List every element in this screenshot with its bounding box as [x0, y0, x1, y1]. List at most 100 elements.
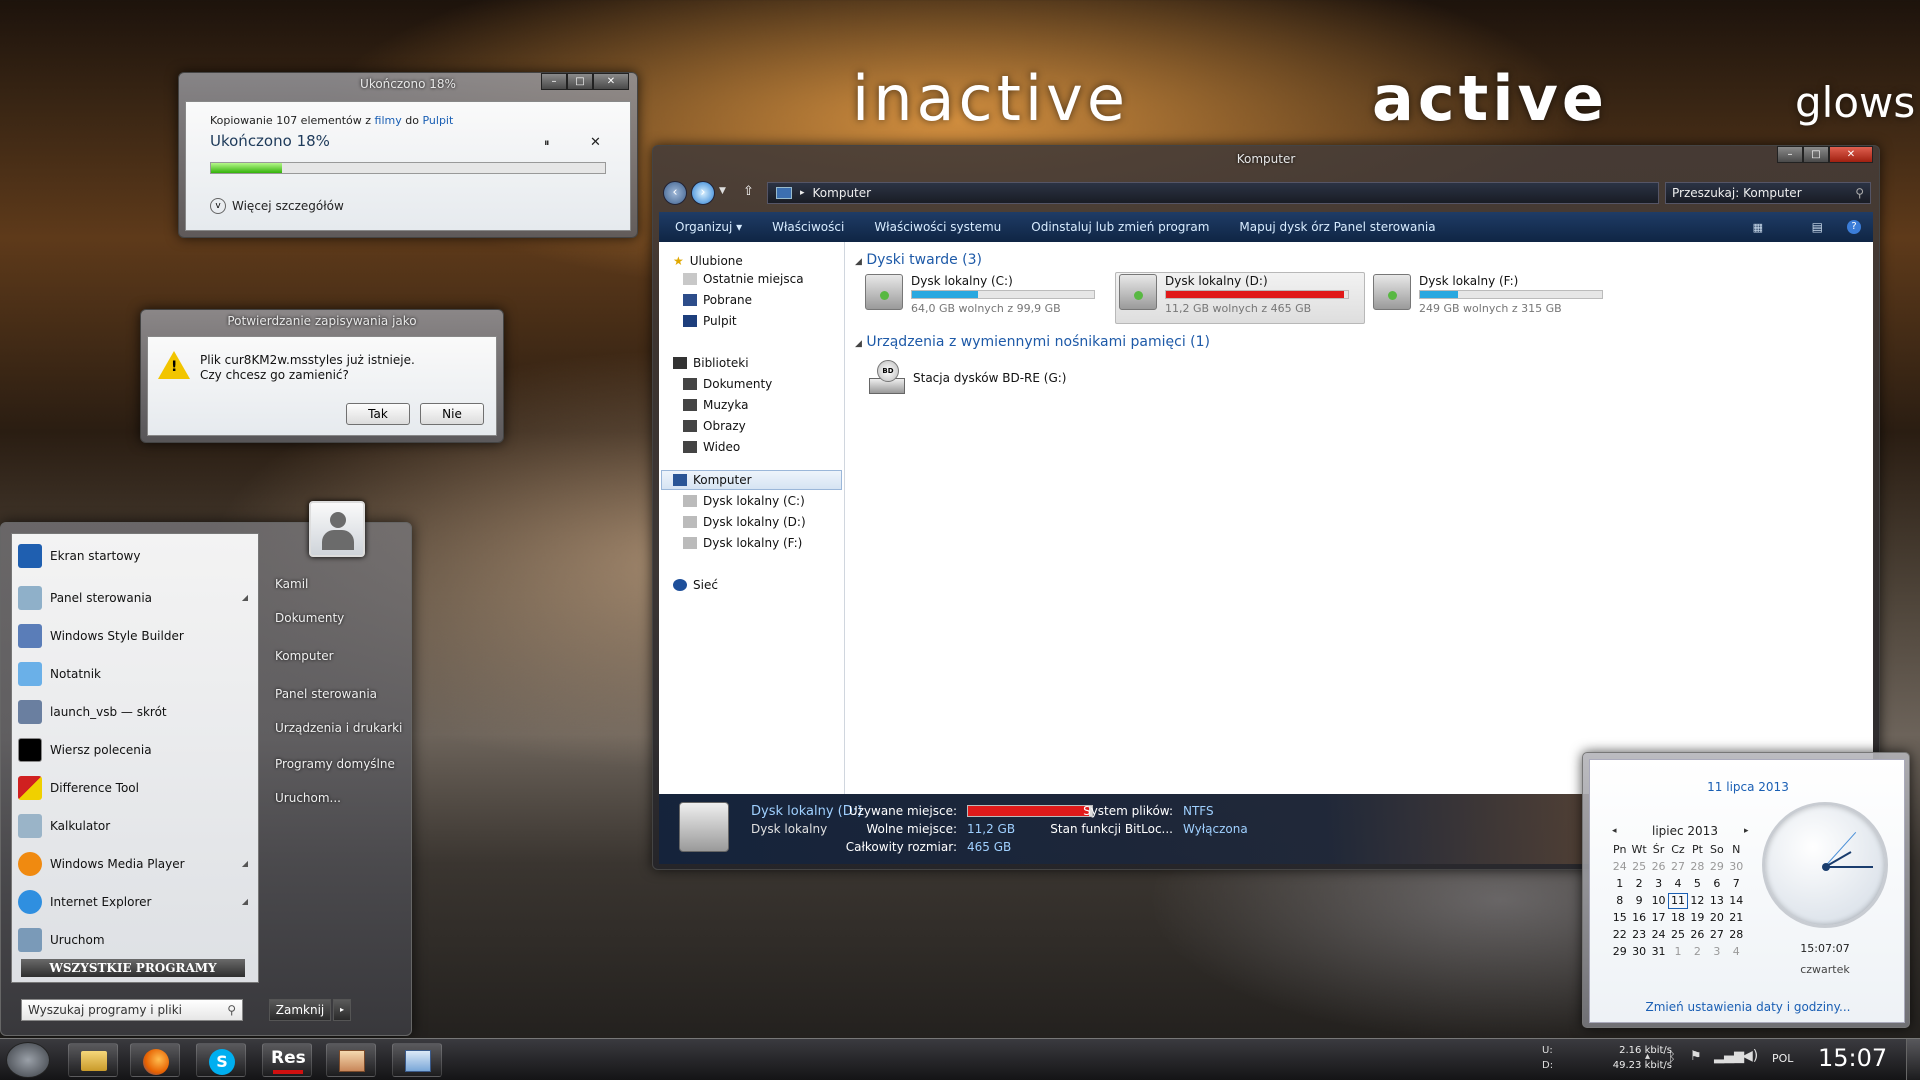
nav-libraries[interactable]: Biblioteki	[673, 356, 749, 370]
program-internet-explorer[interactable]: Internet Explorer ◢	[12, 886, 258, 917]
pause-button[interactable]: ⏸	[544, 136, 550, 150]
start-button[interactable]	[6, 1042, 50, 1078]
more-details-toggle[interactable]: v Więcej szczegółów	[210, 198, 344, 214]
long-date-link[interactable]: 11 lipca 2013	[1590, 780, 1906, 794]
calendar-day[interactable]: 30	[1727, 859, 1746, 875]
calendar-day[interactable]: 15	[1610, 910, 1629, 926]
calendar-day[interactable]: 29	[1707, 859, 1726, 875]
prev-month-icon[interactable]: ◂	[1612, 826, 1617, 836]
calendar-day[interactable]: 4	[1727, 944, 1746, 960]
calendar-day[interactable]: 4	[1668, 876, 1687, 892]
taskbar-clock[interactable]: 15:07	[1818, 1044, 1887, 1072]
nav-music[interactable]: Muzyka	[683, 398, 748, 412]
nav-documents[interactable]: Dokumenty	[683, 377, 772, 391]
all-programs-button[interactable]: WSZYSTKIE PROGRAMY	[21, 959, 245, 977]
maximize-button[interactable]: □	[1803, 146, 1829, 163]
start-right-run[interactable]: Uruchom...	[275, 791, 341, 805]
help-icon[interactable]: ?	[1847, 220, 1861, 234]
calendar-day[interactable]: 28	[1688, 859, 1707, 875]
start-right-computer[interactable]: Komputer	[275, 649, 334, 663]
shutdown-options-button[interactable]: ▸	[333, 999, 351, 1021]
map-drive-button[interactable]: Mapuj dysk órz Panel sterowania	[1239, 220, 1435, 234]
start-right-user[interactable]: Kamil	[275, 577, 308, 591]
show-desktop-button[interactable]	[1906, 1039, 1920, 1080]
taskbar-app-5[interactable]	[326, 1043, 376, 1077]
taskbar-reshacker[interactable]: Res	[262, 1043, 312, 1077]
preview-pane-icon[interactable]: ▤	[1812, 220, 1823, 234]
calendar-day[interactable]: 14	[1727, 893, 1746, 909]
back-button[interactable]: ‹	[663, 181, 687, 205]
minimize-button[interactable]: –	[1777, 146, 1803, 163]
calendar-month[interactable]: lipiec 2013	[1652, 824, 1718, 838]
program-control-panel[interactable]: Panel sterowania ◢	[12, 582, 258, 613]
nav-pictures[interactable]: Obrazy	[683, 419, 746, 433]
calendar-day[interactable]: 2	[1688, 944, 1707, 960]
nav-favorites[interactable]: ★ Ulubione	[673, 254, 743, 268]
group-removable[interactable]: ◢ Urządzenia z wymiennymi nośnikami pami…	[855, 334, 1210, 350]
copy-destination-link[interactable]: Pulpit	[422, 114, 453, 127]
calendar-day[interactable]: 3	[1649, 876, 1668, 892]
drive-tile-d[interactable]: Dysk lokalny (D:) 11,2 GB wolnych z 465 …	[1119, 274, 1349, 320]
nav-drive-c[interactable]: Dysk lokalny (C:)	[683, 494, 805, 508]
nav-downloads[interactable]: Pobrane	[683, 293, 752, 307]
nav-computer[interactable]: Komputer	[673, 473, 752, 487]
program-style-builder[interactable]: Windows Style Builder	[12, 620, 258, 651]
calendar-day[interactable]: 29	[1610, 944, 1629, 960]
calendar-day-today[interactable]: 11	[1668, 893, 1688, 909]
start-right-default-programs[interactable]: Programy domyślne	[275, 757, 395, 771]
calendar-day[interactable]: 31	[1649, 944, 1668, 960]
calendar-day[interactable]: 19	[1688, 910, 1707, 926]
calendar-day[interactable]: 18	[1668, 910, 1687, 926]
program-difference-tool[interactable]: Difference Tool	[12, 772, 258, 803]
calendar-day[interactable]: 9	[1629, 893, 1648, 909]
nav-drive-d[interactable]: Dysk lokalny (D:)	[683, 515, 806, 529]
calendar-day[interactable]: 6	[1707, 876, 1726, 892]
network-signal-icon[interactable]: ▂▄▆	[1714, 1049, 1744, 1064]
calendar-day[interactable]: 10	[1649, 893, 1668, 909]
calendar-day[interactable]: 1	[1610, 876, 1629, 892]
calendar-day[interactable]: 17	[1649, 910, 1668, 926]
volume-icon[interactable]: ◀)	[1742, 1048, 1758, 1064]
calendar-day[interactable]: 24	[1649, 927, 1668, 943]
no-button[interactable]: Nie	[420, 403, 484, 425]
calendar-day[interactable]: 13	[1707, 893, 1726, 909]
nav-video[interactable]: Wideo	[683, 440, 740, 454]
calendar-day[interactable]: 8	[1610, 893, 1629, 909]
start-right-devices[interactable]: Urządzenia i drukarki	[275, 721, 402, 735]
nav-recent[interactable]: Ostatnie miejsca	[683, 272, 804, 286]
calendar-day[interactable]: 23	[1629, 927, 1648, 943]
calendar-day[interactable]: 5	[1688, 876, 1707, 892]
calendar-day[interactable]: 27	[1707, 927, 1726, 943]
forward-button[interactable]: ›	[691, 181, 715, 205]
taskbar-explorer[interactable]	[68, 1043, 118, 1077]
search-box[interactable]: Przeszukaj: Komputer ⚲	[1665, 182, 1871, 204]
program-cmd[interactable]: Wiersz polecenia	[12, 734, 258, 765]
nav-desktop[interactable]: Pulpit	[683, 314, 737, 328]
start-right-control-panel[interactable]: Panel sterowania	[275, 687, 377, 701]
nav-network[interactable]: Sieć	[673, 578, 718, 592]
calendar-day[interactable]: 25	[1668, 927, 1687, 943]
program-media-player[interactable]: Windows Media Player ◢	[12, 848, 258, 879]
calendar-day[interactable]: 16	[1629, 910, 1648, 926]
start-search-input[interactable]: Wyszukaj programy i pliki ⚲	[21, 999, 243, 1021]
program-run[interactable]: Uruchom	[12, 924, 258, 955]
calendar-day[interactable]: 3	[1707, 944, 1726, 960]
drive-tile-c[interactable]: Dysk lokalny (C:) 64,0 GB wolnych z 99,9…	[865, 274, 1095, 320]
recent-pages-icon[interactable]: ▼	[719, 186, 726, 196]
calendar-day[interactable]: 26	[1649, 859, 1668, 875]
bluetooth-icon[interactable]: ᛒ	[1668, 1050, 1676, 1065]
yes-button[interactable]: Tak	[346, 403, 410, 425]
calendar-day[interactable]: 22	[1610, 927, 1629, 943]
date-settings-link[interactable]: Zmień ustawienia daty i godziny...	[1590, 1000, 1906, 1014]
language-indicator[interactable]: POL	[1772, 1052, 1793, 1065]
taskbar-app-6[interactable]	[392, 1043, 442, 1077]
address-bar[interactable]: ▸ Komputer	[767, 182, 1659, 204]
calendar-day[interactable]: 1	[1668, 944, 1687, 960]
shutdown-button[interactable]: Zamknij	[269, 999, 331, 1021]
close-button[interactable]: ✕	[1829, 146, 1873, 163]
flag-icon[interactable]: ⚑	[1690, 1049, 1702, 1064]
calendar-day[interactable]: 28	[1727, 927, 1746, 943]
calendar-day[interactable]: 26	[1688, 927, 1707, 943]
organize-button[interactable]: Organizuj ▾	[675, 220, 742, 234]
calendar-day[interactable]: 21	[1727, 910, 1746, 926]
